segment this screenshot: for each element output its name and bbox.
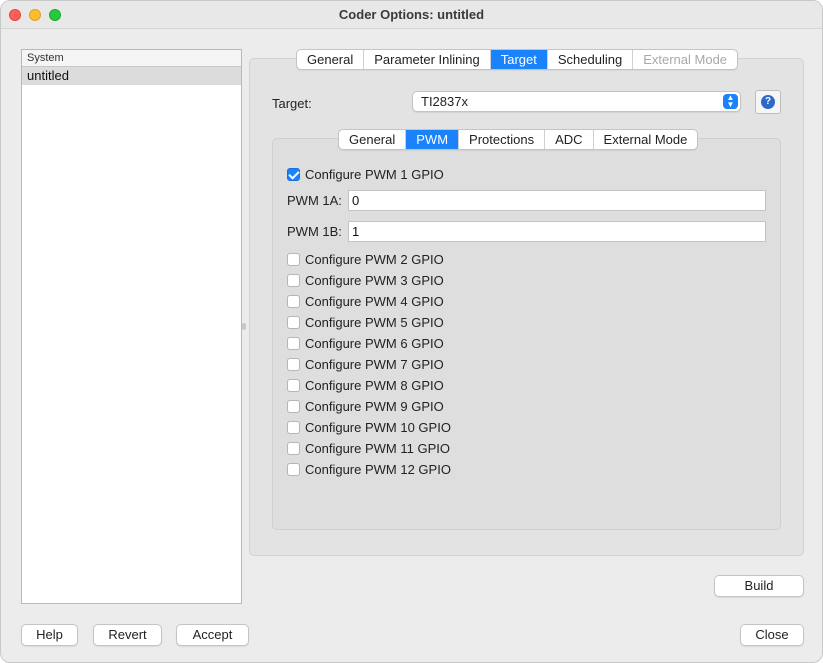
pwm2-checkbox[interactable]	[287, 252, 300, 266]
window-title: Coder Options: untitled	[338, 7, 485, 22]
coder-options-window: Coder Options: untitled System untitled …	[0, 0, 823, 663]
pwm10-checkbox[interactable]	[287, 420, 300, 434]
splitter-handle[interactable]	[242, 323, 246, 330]
tab-target[interactable]: Target	[490, 50, 548, 69]
pwm1b-input[interactable]	[348, 221, 766, 242]
target-help-button[interactable]: ?	[755, 90, 781, 114]
pwm4-checkbox-label: Configure PWM 4 GPIO	[305, 293, 444, 309]
pwm8-checkbox[interactable]	[287, 378, 300, 392]
tab-external-mode: External Mode	[643, 52, 728, 67]
target-label: Target:	[272, 96, 312, 111]
pwm3-checkbox-label: Configure PWM 3 GPIO	[305, 272, 444, 288]
pwm3-checkbox-row[interactable]: Configure PWM 3 GPIO	[287, 272, 444, 288]
pwm1-checkbox-label: Configure PWM 1 GPIO	[305, 166, 444, 182]
revert-button[interactable]: Revert	[93, 624, 162, 646]
pwm11-checkbox-label: Configure PWM 11 GPIO	[305, 440, 450, 456]
pwm5-checkbox-label: Configure PWM 5 GPIO	[305, 314, 444, 330]
pwm12-checkbox[interactable]	[287, 462, 300, 476]
pwm12-checkbox-row[interactable]: Configure PWM 12 GPIO	[287, 461, 451, 477]
subtab-pwm[interactable]: PWM	[406, 130, 460, 149]
pwm1a-label: PWM 1A:	[287, 193, 342, 208]
question-icon: ?	[761, 95, 775, 109]
pwm12-checkbox-label: Configure PWM 12 GPIO	[305, 461, 451, 477]
tree-header: System	[22, 50, 241, 67]
pwm6-checkbox-label: Configure PWM 6 GPIO	[305, 335, 444, 351]
subtab-protections[interactable]: Protections	[459, 130, 546, 149]
pwm2-checkbox-label: Configure PWM 2 GPIO	[305, 251, 444, 267]
subtab-adc[interactable]: ADC	[545, 130, 594, 149]
pwm9-checkbox-label: Configure PWM 9 GPIO	[305, 398, 444, 414]
pwm7-checkbox[interactable]	[287, 357, 300, 371]
pwm1-checkbox[interactable]	[287, 167, 300, 181]
pwm9-checkbox[interactable]	[287, 399, 300, 413]
system-tree[interactable]: System untitled	[21, 49, 242, 604]
pwm6-checkbox[interactable]	[287, 336, 300, 350]
close-button[interactable]: Close	[740, 624, 804, 646]
pwm2-checkbox-row[interactable]: Configure PWM 2 GPIO	[287, 251, 444, 267]
build-button[interactable]: Build	[714, 575, 804, 597]
tab-scheduling[interactable]: Scheduling	[548, 50, 634, 69]
inner-tab-bar: General PWM Protections ADC External Mod…	[338, 129, 699, 150]
pwm4-checkbox-row[interactable]: Configure PWM 4 GPIO	[287, 293, 444, 309]
pwm1-checkbox-row[interactable]: Configure PWM 1 GPIO	[287, 166, 444, 182]
help-button[interactable]: Help	[21, 624, 78, 646]
outer-tab-bar: General Parameter Inlining Target Schedu…	[296, 49, 739, 70]
tab-general[interactable]: General	[297, 50, 365, 69]
tab-parameter-inlining[interactable]: Parameter Inlining	[364, 50, 491, 69]
pwm10-checkbox-row[interactable]: Configure PWM 10 GPIO	[287, 419, 451, 435]
pwm9-checkbox-row[interactable]: Configure PWM 9 GPIO	[287, 398, 444, 414]
pwm5-checkbox[interactable]	[287, 315, 300, 329]
pwm8-checkbox-label: Configure PWM 8 GPIO	[305, 377, 444, 393]
target-select-value: TI2837x	[421, 94, 468, 109]
accept-button[interactable]: Accept	[176, 624, 249, 646]
pwm11-checkbox-row[interactable]: Configure PWM 11 GPIO	[287, 440, 450, 456]
pwm10-checkbox-label: Configure PWM 10 GPIO	[305, 419, 451, 435]
pwm7-checkbox-row[interactable]: Configure PWM 7 GPIO	[287, 356, 444, 372]
pwm8-checkbox-row[interactable]: Configure PWM 8 GPIO	[287, 377, 444, 393]
subtab-general[interactable]: General	[339, 130, 407, 149]
pwm7-checkbox-label: Configure PWM 7 GPIO	[305, 356, 444, 372]
tree-item-untitled[interactable]: untitled	[22, 67, 241, 85]
title-bar: Coder Options: untitled	[1, 1, 822, 29]
pwm3-checkbox[interactable]	[287, 273, 300, 287]
pwm1a-input[interactable]	[348, 190, 766, 211]
pwm4-checkbox[interactable]	[287, 294, 300, 308]
pwm11-checkbox[interactable]	[287, 441, 300, 455]
pwm5-checkbox-row[interactable]: Configure PWM 5 GPIO	[287, 314, 444, 330]
pwm6-checkbox-row[interactable]: Configure PWM 6 GPIO	[287, 335, 444, 351]
target-select[interactable]: TI2837x ▲ ▼	[412, 91, 741, 112]
subtab-external-mode[interactable]: External Mode	[594, 130, 698, 149]
pwm1b-label: PWM 1B:	[287, 224, 342, 239]
updown-chevron-icon: ▲ ▼	[723, 94, 738, 109]
